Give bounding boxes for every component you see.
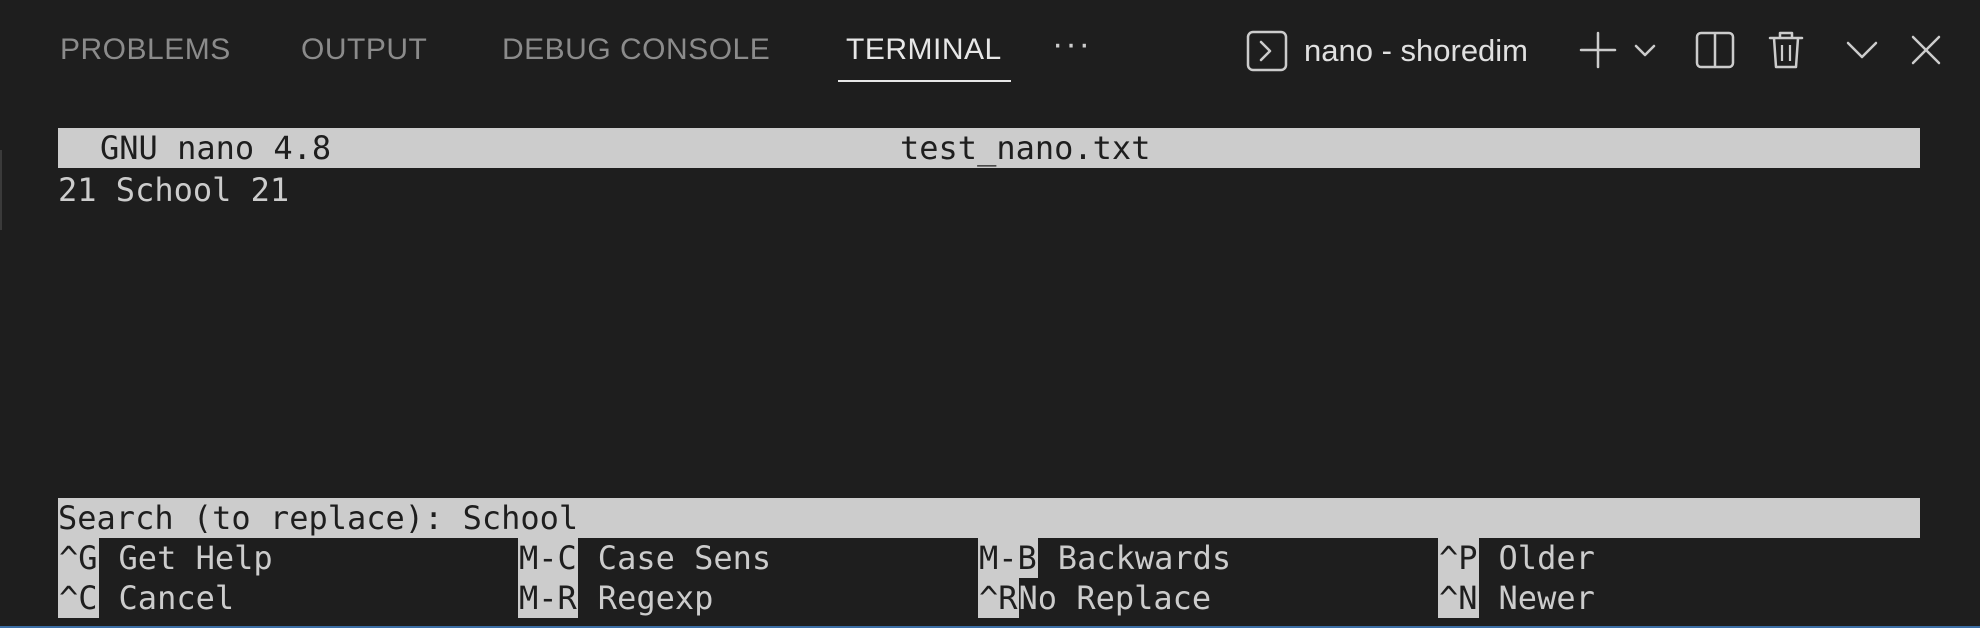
nano-title-bar: GNU nano 4.8 test_nano.txt bbox=[58, 128, 1920, 168]
trash-icon bbox=[1764, 28, 1808, 72]
panel-header: PROBLEMS OUTPUT DEBUG CONSOLE TERMINAL ·… bbox=[0, 0, 1980, 100]
shortcut-label: Backwards bbox=[1057, 539, 1232, 577]
terminal-icon bbox=[1246, 30, 1288, 72]
terminal-profile-dropdown[interactable] bbox=[1630, 28, 1660, 72]
kill-terminal-button[interactable] bbox=[1764, 28, 1808, 72]
shortcut-label: Cancel bbox=[118, 579, 235, 617]
shortcut-case-sens: M-C Case Sens bbox=[518, 538, 771, 578]
chevron-down-icon bbox=[1630, 28, 1660, 72]
search-prompt[interactable]: Search (to replace): School bbox=[58, 498, 1920, 538]
more-actions-button[interactable]: ··· bbox=[1052, 24, 1092, 64]
shortcut-label: Newer bbox=[1498, 579, 1595, 617]
shortcut-get-help: ^G Get Help bbox=[58, 538, 273, 578]
shortcut-label: No Replace bbox=[1018, 579, 1212, 617]
active-tab-indicator bbox=[838, 80, 1011, 82]
shortcut-backwards: M-B Backwards bbox=[978, 538, 1231, 578]
terminal-selector[interactable]: nano - shoredim bbox=[1246, 30, 1528, 72]
shortcut-key: M-C bbox=[518, 538, 578, 578]
split-icon bbox=[1693, 28, 1737, 72]
tab-debug-console[interactable]: DEBUG CONSOLE bbox=[502, 32, 770, 68]
nano-filename: test_nano.txt bbox=[900, 129, 1151, 167]
file-content-line: 21 School 21 bbox=[58, 171, 290, 209]
maximize-panel-button[interactable] bbox=[1840, 28, 1884, 72]
new-terminal-button[interactable] bbox=[1576, 28, 1620, 72]
search-prompt-text: Search (to replace): School bbox=[58, 499, 579, 537]
shortcut-older: ^P Older bbox=[1438, 538, 1595, 578]
tab-problems[interactable]: PROBLEMS bbox=[60, 32, 231, 68]
shortcut-key: ^N bbox=[1438, 578, 1479, 618]
close-icon bbox=[1904, 28, 1948, 72]
chevron-down-icon bbox=[1840, 28, 1884, 72]
shortcut-key: M-R bbox=[518, 578, 578, 618]
shortcut-newer: ^N Newer bbox=[1438, 578, 1595, 618]
shortcut-cancel: ^C Cancel bbox=[58, 578, 234, 618]
shortcut-no-replace: ^R No Replace bbox=[978, 578, 1211, 618]
shortcut-label: Regexp bbox=[597, 579, 714, 617]
split-terminal-button[interactable] bbox=[1693, 28, 1737, 72]
shortcut-key: ^R bbox=[978, 578, 1019, 618]
shortcut-label: Get Help bbox=[118, 539, 273, 577]
tab-terminal[interactable]: TERMINAL bbox=[846, 32, 1002, 68]
tab-output[interactable]: OUTPUT bbox=[301, 32, 427, 68]
panel-edge bbox=[0, 150, 2, 230]
shortcut-key: ^C bbox=[58, 578, 99, 618]
shortcut-key: ^G bbox=[58, 538, 99, 578]
shortcut-key: ^P bbox=[1438, 538, 1479, 578]
shortcut-key: M-B bbox=[978, 538, 1038, 578]
close-panel-button[interactable] bbox=[1904, 28, 1948, 72]
shortcut-regexp: M-R Regexp bbox=[518, 578, 713, 618]
plus-icon bbox=[1576, 28, 1620, 72]
shortcut-label: Older bbox=[1498, 539, 1595, 577]
terminal-name: nano - shoredim bbox=[1304, 33, 1529, 68]
shortcut-label: Case Sens bbox=[597, 539, 772, 577]
nano-version: GNU nano 4.8 bbox=[100, 129, 332, 167]
